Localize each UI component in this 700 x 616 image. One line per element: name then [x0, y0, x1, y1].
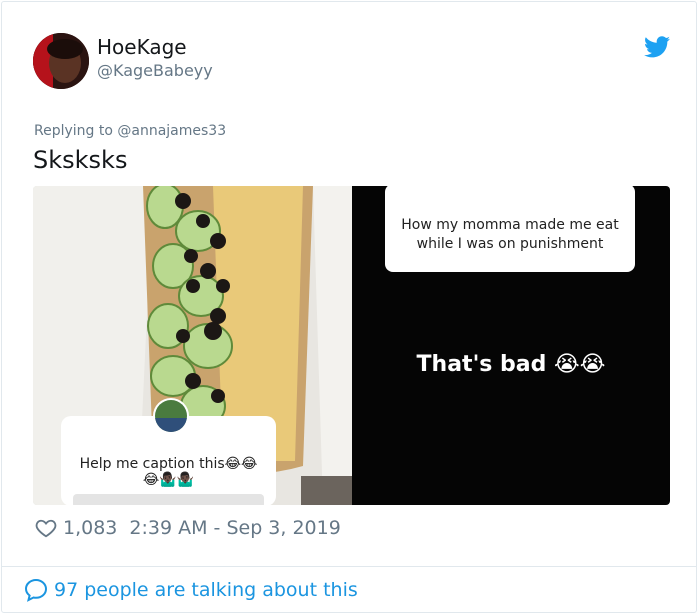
sticker-caption-line2: 😂🤷🏿‍♂️🤷🏿‍♂️: [142, 472, 195, 488]
sticker-question: How my momma made me eat while I was on …: [401, 217, 619, 252]
heart-icon[interactable]: [35, 517, 57, 539]
speech-bubble-icon: [24, 578, 48, 602]
user-handle[interactable]: @KageBabeyy: [97, 61, 213, 80]
media-photo-story[interactable]: How my momma made me eat while I was on …: [352, 186, 670, 505]
sticker-avatar: [153, 398, 189, 434]
media-photo-sandwich[interactable]: Help me caption this😂😂 😂🤷🏿‍♂️🤷🏿‍♂️: [33, 186, 352, 505]
twitter-bird-icon[interactable]: [644, 36, 670, 58]
footer-divider: [1, 566, 697, 567]
replying-label: Replying to: [34, 123, 113, 139]
question-sticker-answer: How my momma made me eat while I was on …: [385, 186, 635, 272]
conversation-link[interactable]: 97 people are talking about this: [24, 578, 358, 602]
sticker-caption-line1: Help me caption this😂😂: [79, 456, 258, 472]
sticker-caption: Help me caption this😂😂 😂🤷🏿‍♂️🤷🏿‍♂️: [61, 456, 276, 488]
user-name[interactable]: HoeKage: [97, 35, 187, 59]
story-text: That's bad 😭😭: [416, 352, 606, 377]
question-sticker: Help me caption this😂😂 😂🤷🏿‍♂️🤷🏿‍♂️: [61, 398, 276, 505]
avatar[interactable]: [33, 33, 89, 89]
reply-target-link[interactable]: @annajames33: [117, 123, 226, 139]
tweet-media[interactable]: Help me caption this😂😂 😂🤷🏿‍♂️🤷🏿‍♂️ How m…: [33, 186, 670, 505]
talking-count[interactable]: 97 people are talking about this: [54, 579, 358, 601]
like-count[interactable]: 1,083: [63, 517, 117, 539]
tweet-text: Sksksks: [33, 146, 128, 174]
tweet-timestamp[interactable]: 2:39 AM - Sep 3, 2019: [129, 517, 340, 539]
sticker-answer-field: [73, 494, 264, 505]
tweet-card: HoeKage @KageBabeyy Replying to @annajam…: [1, 1, 697, 613]
tweet-meta: 1,083 2:39 AM - Sep 3, 2019: [35, 517, 341, 539]
replying-to: Replying to @annajames33: [34, 123, 226, 139]
